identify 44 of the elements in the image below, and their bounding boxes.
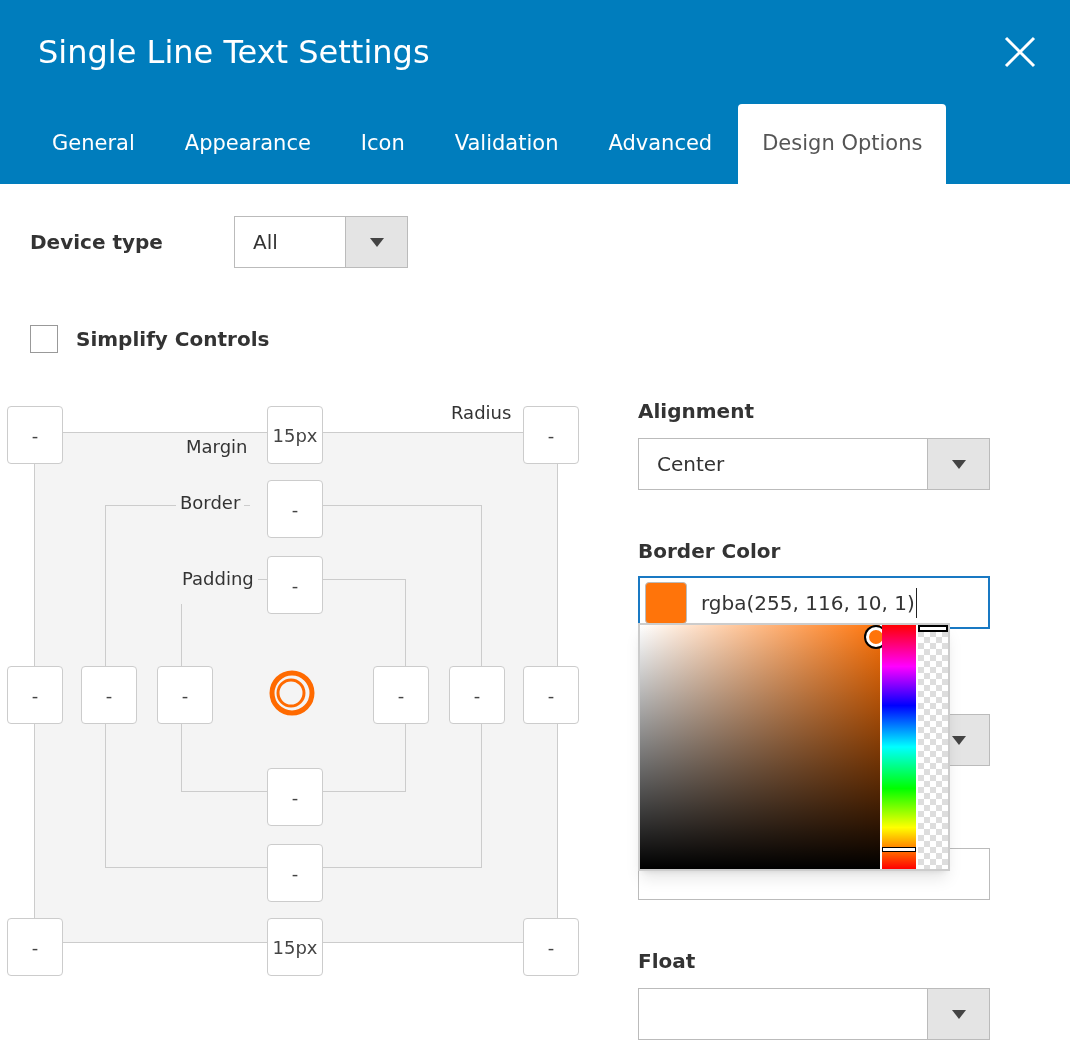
value-field[interactable]: - — [157, 666, 213, 724]
field-label: Alignment — [638, 398, 755, 425]
alignment-select[interactable]: Center — [638, 438, 990, 490]
alpha-handle[interactable] — [918, 625, 948, 632]
color-value: rgba(255, 116, 10, 1) — [701, 587, 917, 618]
checkbox-label: Simplify Controls — [76, 326, 270, 353]
value-field[interactable]: 15px — [267, 406, 323, 464]
value-field[interactable]: - — [267, 844, 323, 902]
caret-icon — [951, 459, 966, 469]
value-field[interactable]: - — [7, 666, 63, 724]
value-field[interactable]: 15px — [267, 918, 323, 976]
close-icon — [1004, 36, 1036, 68]
tab[interactable]: Appearance — [160, 104, 335, 184]
caret-icon — [951, 1009, 966, 1019]
saturation-area[interactable] — [640, 625, 880, 869]
tab[interactable]: General — [28, 104, 159, 184]
tab[interactable]: Advanced — [584, 104, 737, 184]
alpha-slider[interactable] — [918, 625, 948, 869]
value-field[interactable]: - — [267, 556, 323, 614]
field-label: Float — [638, 948, 697, 975]
tab[interactable]: Icon — [336, 104, 429, 184]
value-field[interactable]: - — [7, 918, 63, 976]
value-field[interactable]: - — [373, 666, 429, 724]
value-field[interactable]: - — [449, 666, 505, 724]
value-field[interactable]: - — [523, 666, 579, 724]
tab[interactable]: Design Options — [738, 104, 947, 184]
caret-icon — [369, 237, 384, 247]
dialog-title: Single Line Text Settings — [38, 32, 430, 73]
field-label: Device type — [30, 229, 164, 256]
hue-slider[interactable] — [882, 625, 916, 869]
value-field[interactable]: - — [267, 480, 323, 538]
color-picker-menu[interactable] — [638, 623, 950, 871]
field-label: Border Color — [638, 538, 782, 565]
caret-icon — [951, 735, 966, 745]
value-field[interactable]: - — [81, 666, 137, 724]
checkbox[interactable] — [30, 325, 58, 353]
value-field[interactable]: - — [523, 406, 579, 464]
value-field[interactable]: - — [267, 768, 323, 826]
tab[interactable]: Validation — [430, 104, 583, 184]
hue-handle[interactable] — [882, 847, 916, 853]
device-type-select[interactable]: All — [234, 216, 408, 268]
value-field[interactable]: - — [523, 918, 579, 976]
value-field[interactable]: - — [7, 406, 63, 464]
close-button[interactable] — [1002, 34, 1038, 70]
